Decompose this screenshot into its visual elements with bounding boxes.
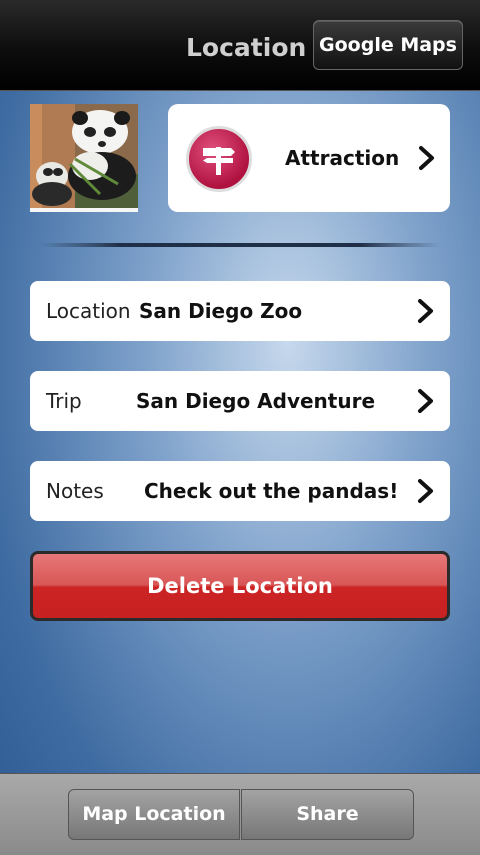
share-button[interactable]: Share bbox=[241, 789, 414, 840]
trip-row[interactable]: Trip San Diego Adventure bbox=[30, 371, 450, 431]
map-location-button[interactable]: Map Location bbox=[68, 789, 240, 840]
delete-location-button[interactable]: Delete Location bbox=[30, 551, 450, 621]
chevron-right-icon bbox=[419, 146, 434, 170]
location-row-label: Location bbox=[46, 299, 131, 323]
bottom-bar: Map Location Share bbox=[0, 773, 480, 855]
notes-row[interactable]: Notes Check out the pandas! bbox=[30, 461, 450, 521]
panda-photo-image bbox=[30, 104, 138, 212]
location-type-label: Attraction bbox=[285, 146, 400, 170]
trip-row-value: San Diego Adventure bbox=[136, 389, 376, 413]
notes-row-label: Notes bbox=[46, 479, 104, 503]
location-photo[interactable] bbox=[30, 104, 138, 212]
location-type-card[interactable]: Attraction bbox=[168, 104, 450, 212]
chevron-right-icon bbox=[418, 299, 433, 323]
google-maps-button[interactable]: Google Maps bbox=[313, 20, 463, 70]
trip-row-label: Trip bbox=[46, 389, 82, 413]
notes-row-value: Check out the pandas! bbox=[144, 479, 399, 503]
section-divider bbox=[40, 243, 440, 247]
location-row[interactable]: Location San Diego Zoo bbox=[30, 281, 450, 341]
page-title: Location bbox=[186, 33, 307, 62]
location-row-value: San Diego Zoo bbox=[139, 299, 303, 323]
signpost-icon bbox=[186, 126, 252, 192]
top-bar: Location Google Maps bbox=[0, 0, 480, 91]
chevron-right-icon bbox=[418, 479, 433, 503]
chevron-right-icon bbox=[418, 389, 433, 413]
